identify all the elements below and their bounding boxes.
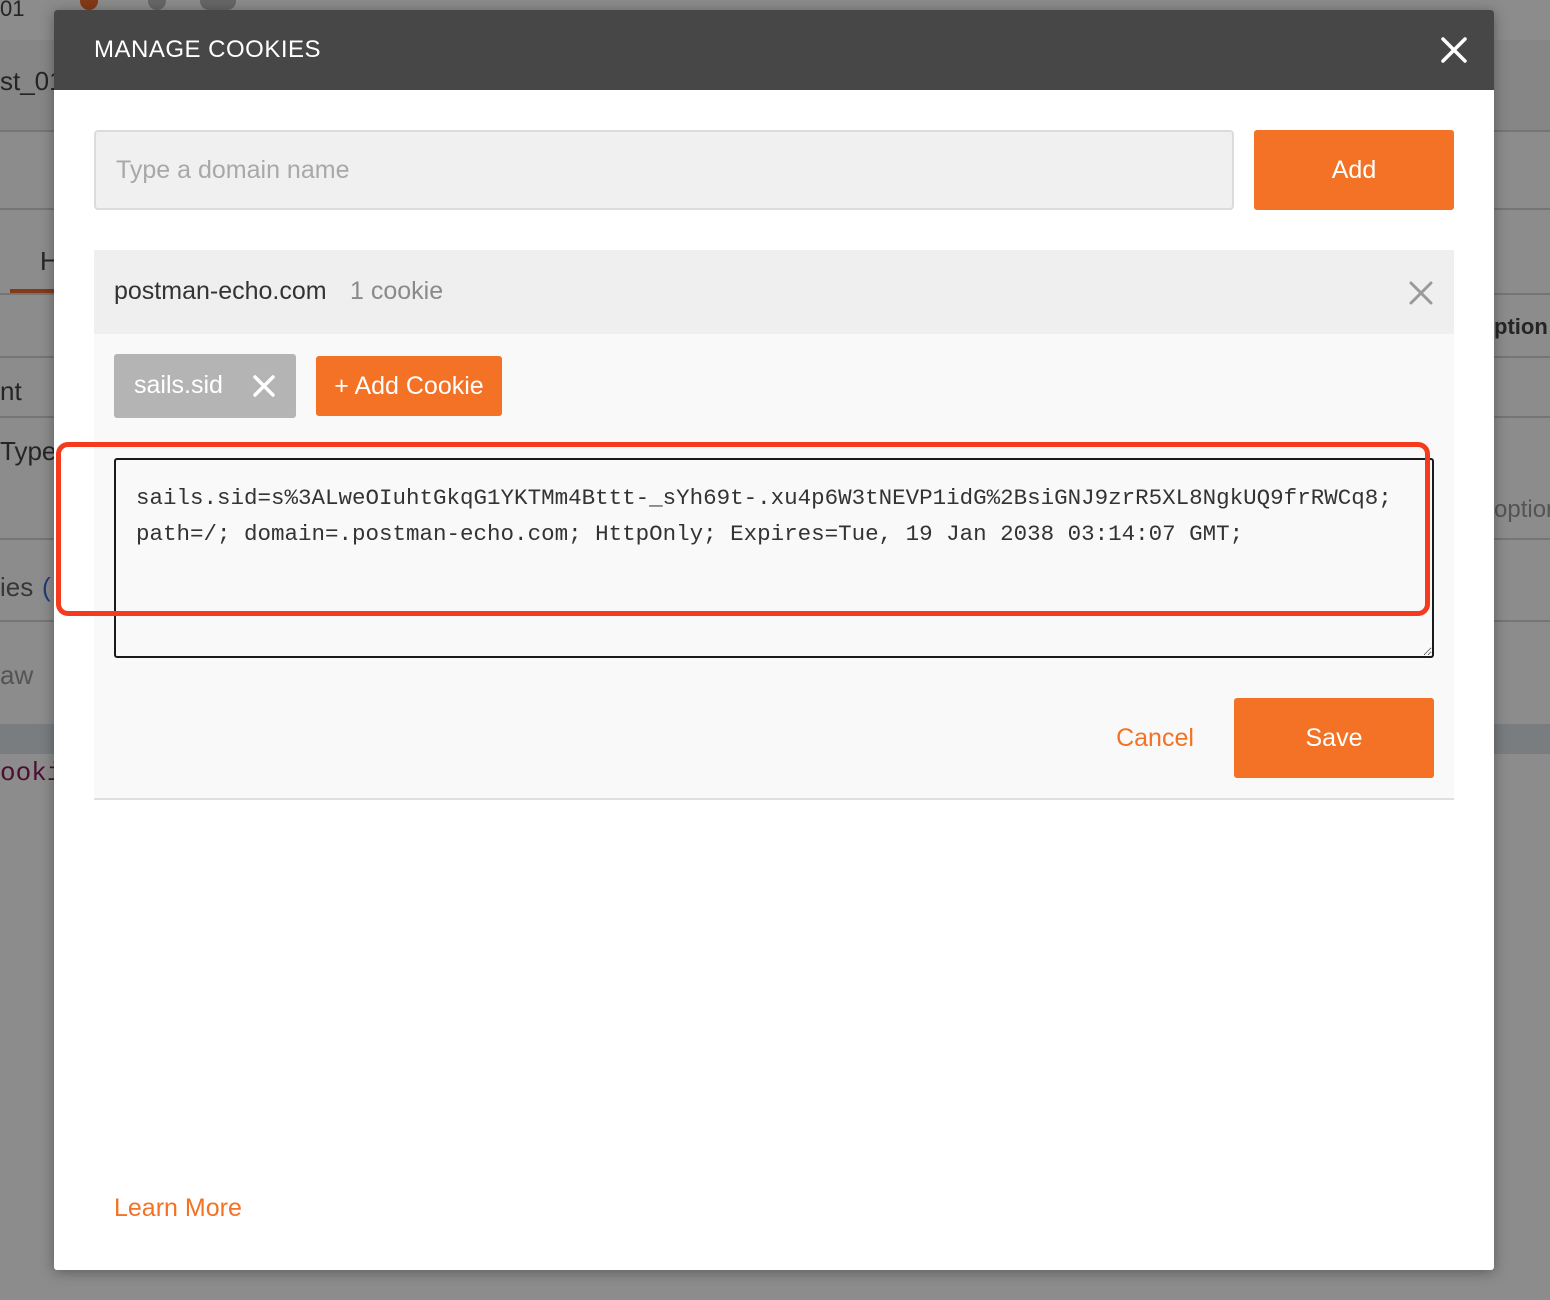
manage-cookies-modal: MANAGE COOKIES Add postman-echo.com 1 co… [54,10,1494,1270]
close-icon[interactable] [252,374,276,398]
cookie-chip[interactable]: sails.sid [114,354,296,418]
modal-header: MANAGE COOKIES [54,10,1494,90]
close-icon[interactable] [1408,280,1434,306]
cookie-count: 1 cookie [350,277,444,305]
domain-header: postman-echo.com 1 cookie [94,250,1454,334]
domain-panel: postman-echo.com 1 cookie sails.sid + Ad… [94,250,1454,800]
cookie-value-editor[interactable]: sails.sid=s%3ALweOIuhtGkqG1YKTMm4Bttt-_s… [114,458,1434,658]
domain-name: postman-echo.com [114,277,327,305]
cancel-button[interactable]: Cancel [1100,698,1210,778]
domain-name-input[interactable] [94,130,1234,210]
modal-title: MANAGE COOKIES [94,36,322,63]
learn-more-link[interactable]: Learn More [114,1194,242,1223]
cookie-chip-label: sails.sid [134,371,223,399]
add-domain-button[interactable]: Add [1254,130,1454,210]
save-button[interactable]: Save [1234,698,1434,778]
add-cookie-button[interactable]: + Add Cookie [316,356,502,416]
close-icon[interactable] [1438,34,1470,66]
